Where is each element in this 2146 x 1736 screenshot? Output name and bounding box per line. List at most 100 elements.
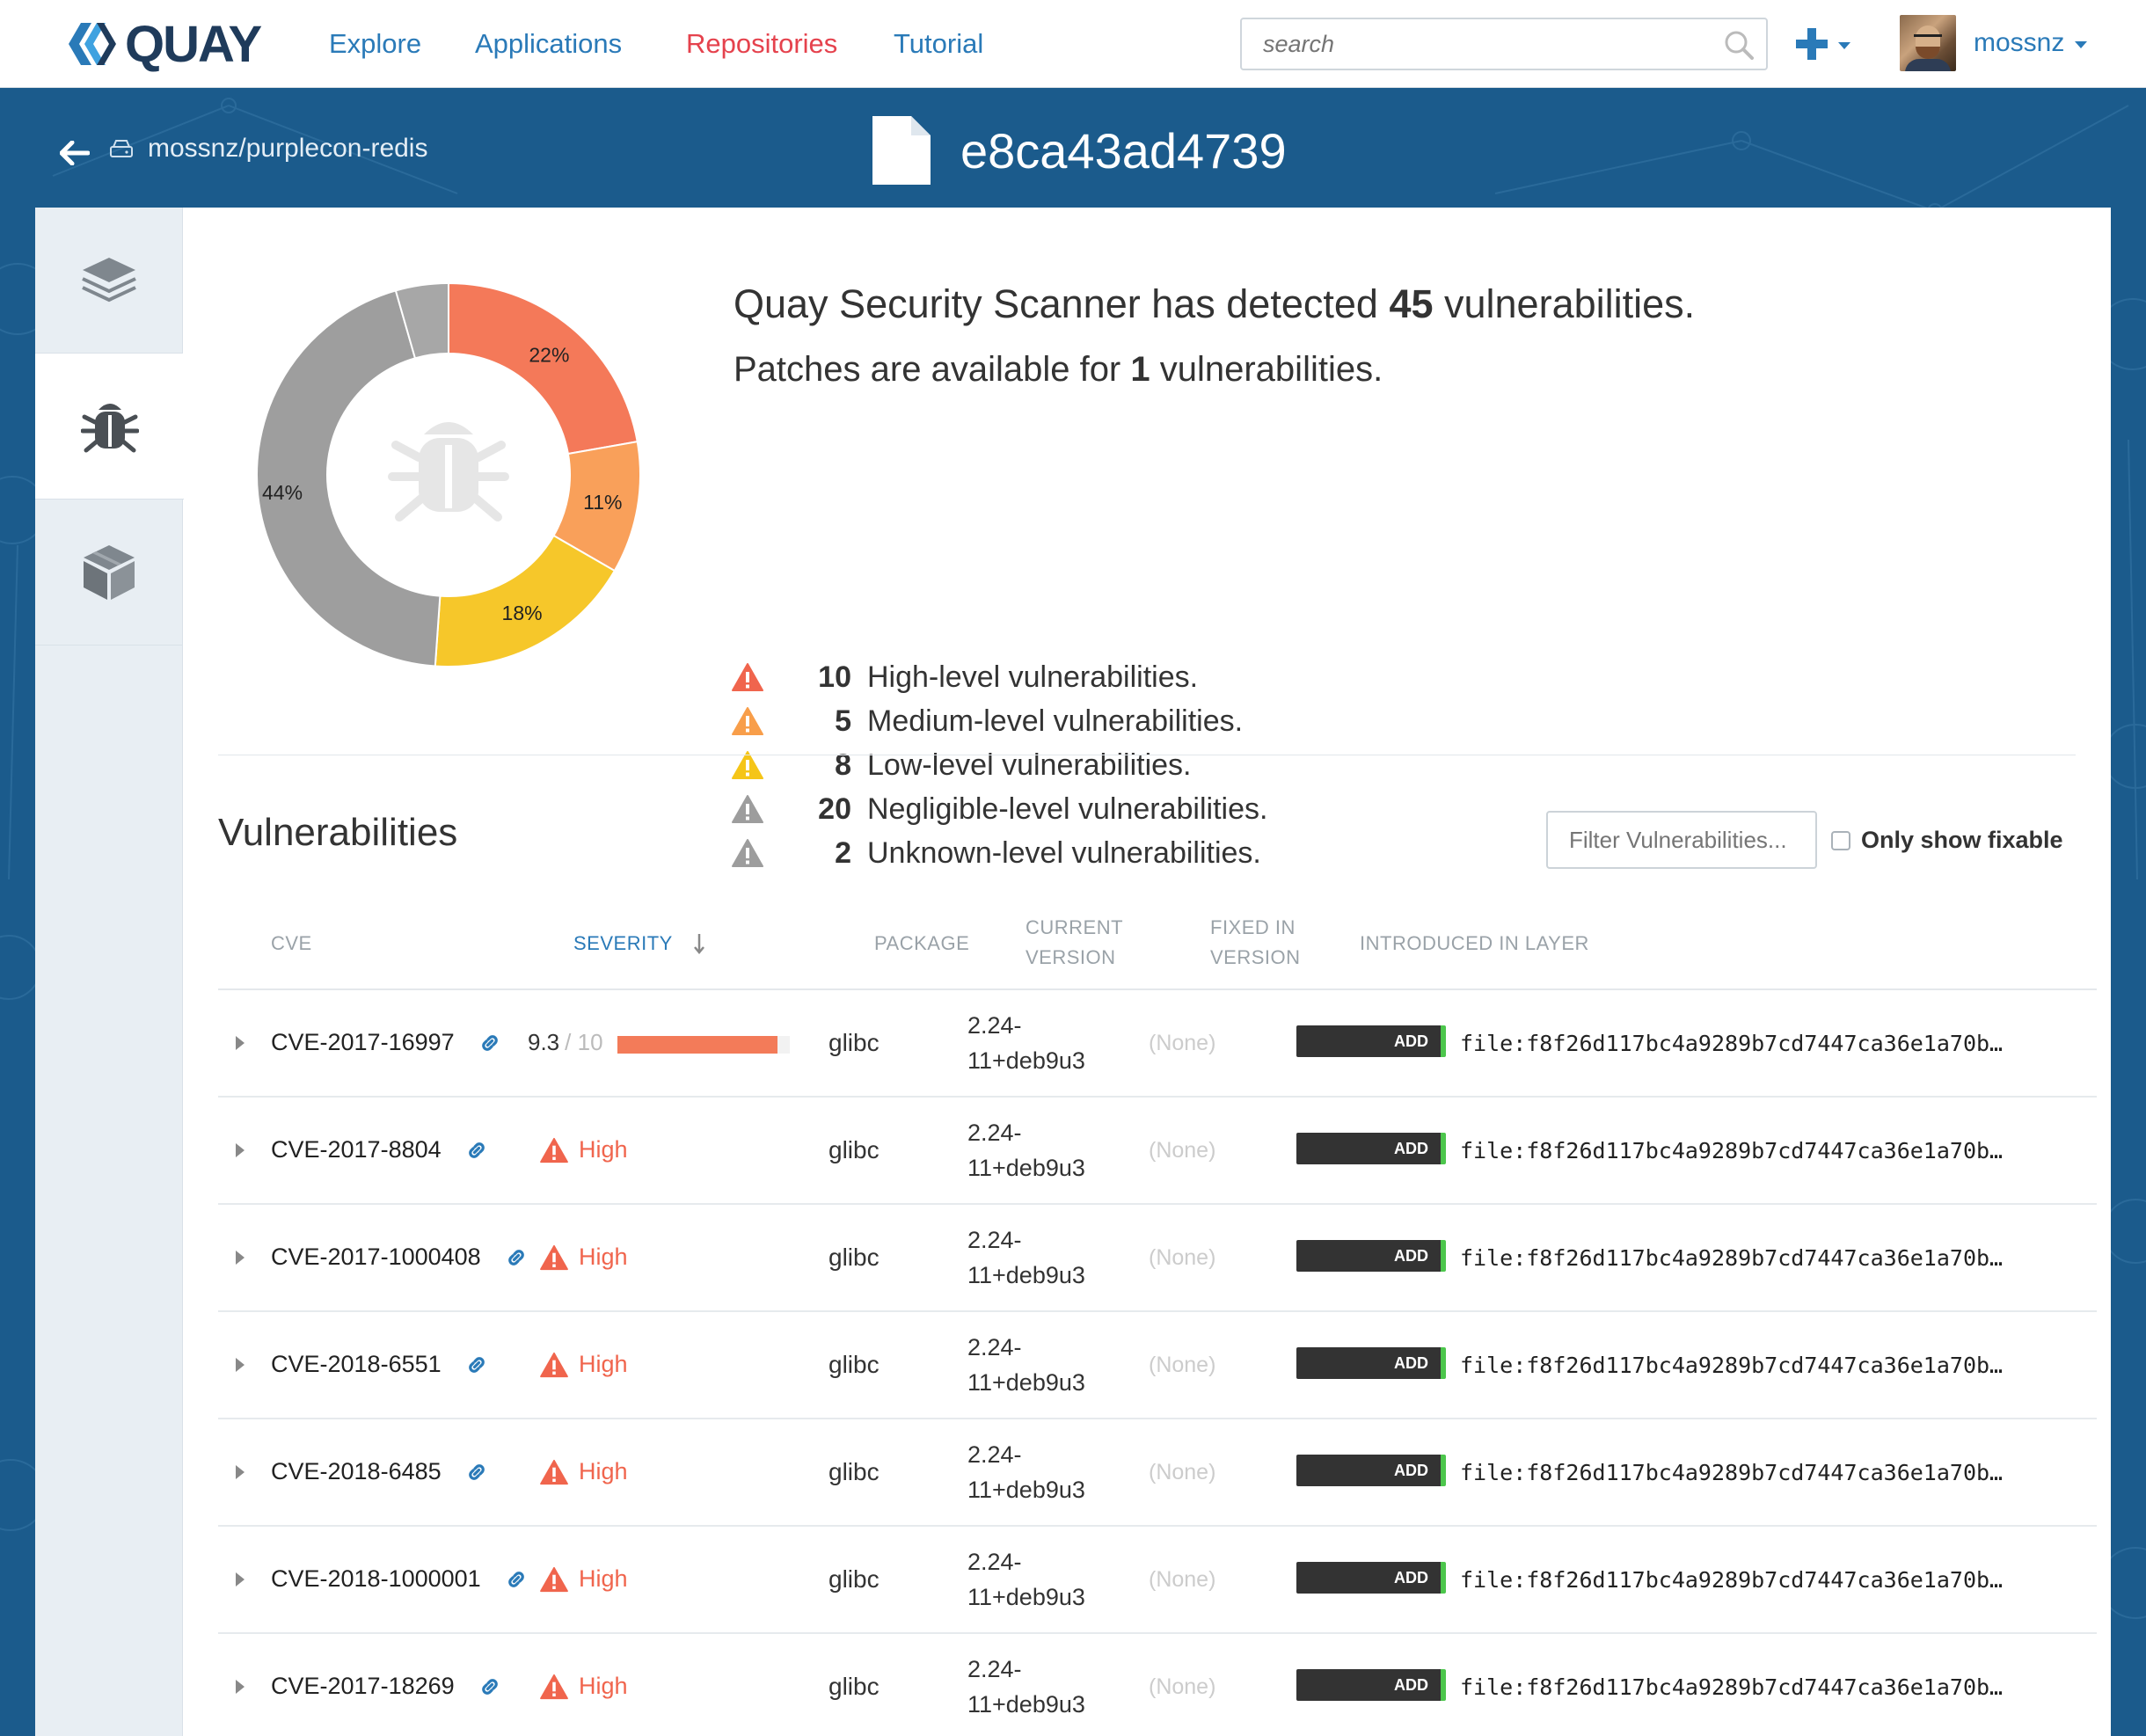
column-fixed-in[interactable]: FIXED IN VERSION [1210,913,1301,973]
table-row[interactable]: CVE-2017-16997 9.3/ 10 glibc 2.24- 11+deb9u3… [218,990,2097,1098]
cve-text: CVE-2017-8804 [271,1136,442,1163]
search-input[interactable] [1242,19,1699,69]
user-menu[interactable]: mossnz [1900,14,2088,72]
repo-breadcrumb[interactable]: mossnz/purplecon-redis [109,134,427,164]
version-line: 11+deb9u3 [967,1047,1085,1074]
layer-id[interactable]: file:f8f26d117bc4a9289b7cd7447ca36e1a70b… [1460,1674,2003,1700]
expand-row-icon[interactable] [236,1251,245,1265]
table-row[interactable]: CVE-2017-1000408 High glibc 2.24- 11+deb9u3 (… [218,1205,2097,1312]
only-fixable-toggle[interactable]: Only show fixable [1831,827,2063,854]
sidebar [35,208,184,1736]
severity-count: 5 [835,704,851,738]
version-line: 2.24- [967,1227,1022,1253]
warning-icon [732,839,763,867]
current-version: 2.24- 11+deb9u3 [967,1652,1108,1722]
severity-count: 2 [835,835,851,870]
packages-tab[interactable] [35,500,183,646]
warning-icon [732,707,763,735]
severity-text: High [579,1673,628,1699]
link-icon[interactable] [466,1462,487,1483]
nav-explore[interactable]: Explore [329,28,421,60]
cve-id: CVE-2018-6551 [271,1351,487,1378]
severity-text: High [579,1136,628,1163]
chevron-down-icon [1838,42,1850,49]
sort-down-icon [693,934,704,954]
search-icon[interactable] [1724,30,1754,60]
table-row[interactable]: CVE-2017-18269 High glibc 2.24- 11+deb9u3 (No… [218,1634,2097,1736]
expand-row-icon[interactable] [236,1358,245,1372]
file-icon [872,116,931,185]
table-row[interactable]: CVE-2018-1000001 High glibc 2.24- 11+deb9u3 (… [218,1527,2097,1634]
nav-tutorial[interactable]: Tutorial [894,28,983,60]
link-icon[interactable] [466,1354,487,1375]
donut-percent-label: 18% [502,602,543,624]
cve-text: CVE-2017-1000408 [271,1244,481,1270]
cve-text: CVE-2018-6485 [271,1458,442,1484]
layer-command-badge[interactable]: ADD [1296,1240,1446,1272]
bug-icon [388,422,509,522]
cve-id: CVE-2018-6485 [271,1458,487,1485]
summary-detected: Quay Security Scanner has detected 45 vu… [734,281,1696,326]
nav-applications[interactable]: Applications [475,28,622,60]
layers-tab[interactable] [35,208,183,354]
severity-label: Unknown-level vulnerabilities. [867,835,1261,870]
column-cve[interactable]: CVE [271,929,312,959]
severity-count: 8 [835,748,851,782]
cve-id: CVE-2017-16997 [271,1029,500,1056]
expand-row-icon[interactable] [236,1036,245,1050]
severity-summary-line: 20 Negligible-level vulnerabilities. [732,791,1267,827]
column-severity-label: SEVERITY [573,932,673,954]
filter-vulnerabilities-input[interactable] [1546,811,1817,869]
table-row[interactable]: CVE-2017-8804 High glibc 2.24- 11+deb9u3 (Non… [218,1098,2097,1205]
link-icon[interactable] [466,1140,487,1161]
back-arrow-icon[interactable] [60,141,90,165]
cve-text: CVE-2018-1000001 [271,1565,481,1592]
severity-badge: High [540,1244,628,1271]
donut-percent-label: 11% [583,491,622,514]
current-version: 2.24- 11+deb9u3 [967,1544,1108,1615]
package-name: glibc [828,1673,880,1700]
link-icon[interactable] [479,1032,500,1054]
expand-row-icon[interactable] [236,1465,245,1479]
link-icon[interactable] [506,1569,527,1590]
severity-text: High [579,1458,628,1484]
nav-repositories[interactable]: Repositories [686,28,837,60]
column-current-version[interactable]: CURRENT VERSION [1026,913,1123,973]
severity-label: Low-level vulnerabilities. [867,748,1192,782]
layer-id[interactable]: file:f8f26d117bc4a9289b7cd7447ca36e1a70b… [1460,1138,2003,1163]
package-name: glibc [828,1565,880,1593]
layer-id[interactable]: file:f8f26d117bc4a9289b7cd7447ca36e1a70b… [1460,1460,2003,1485]
only-fixable-checkbox[interactable] [1831,830,1850,850]
quay-logo[interactable]: QUAY [65,16,262,73]
create-new-button[interactable] [1794,25,1858,63]
column-severity[interactable]: SEVERITY [573,929,706,959]
expand-row-icon[interactable] [236,1572,245,1586]
score-max: / 10 [565,1029,603,1055]
layer-command-badge[interactable]: ADD [1296,1133,1446,1164]
column-package[interactable]: PACKAGE [874,929,969,959]
table-row[interactable]: CVE-2018-6485 High glibc 2.24- 11+deb9u3 (Non… [218,1419,2097,1527]
layer-id[interactable]: file:f8f26d117bc4a9289b7cd7447ca36e1a70b… [1460,1567,2003,1593]
link-icon[interactable] [506,1247,527,1268]
link-icon[interactable] [479,1676,500,1697]
cve-text: CVE-2017-18269 [271,1673,455,1699]
top-navbar: QUAY Explore Applications Repositories T… [0,0,2146,88]
main-panel: 22% 11% 18% 44% Quay Security Scanner has d… [35,208,2111,1736]
layer-command-badge[interactable]: ADD [1296,1025,1446,1057]
donut-slice-high[interactable] [448,281,639,456]
column-introduced-in-layer[interactable]: INTRODUCED IN LAYER [1360,929,1589,959]
layer-command-badge[interactable]: ADD [1296,1669,1446,1701]
layer-command-badge[interactable]: ADD [1296,1455,1446,1486]
layer-command-badge[interactable]: ADD [1296,1562,1446,1594]
table-row[interactable]: CVE-2018-6551 High glibc 2.24- 11+deb9u3 (Non… [218,1312,2097,1419]
expand-row-icon[interactable] [236,1143,245,1157]
layer-id[interactable]: file:f8f26d117bc4a9289b7cd7447ca36e1a70b… [1460,1031,2003,1056]
layer-id[interactable]: file:f8f26d117bc4a9289b7cd7447ca36e1a70b… [1460,1353,2003,1378]
layer-command-badge[interactable]: ADD [1296,1347,1446,1379]
package-icon [84,544,135,600]
layer-id[interactable]: file:f8f26d117bc4a9289b7cd7447ca36e1a70b… [1460,1245,2003,1271]
security-tab[interactable] [35,354,184,500]
severity-badge: High [540,1673,628,1700]
severity-summary-line: 5 Medium-level vulnerabilities. [732,704,1243,739]
expand-row-icon[interactable] [236,1680,245,1694]
